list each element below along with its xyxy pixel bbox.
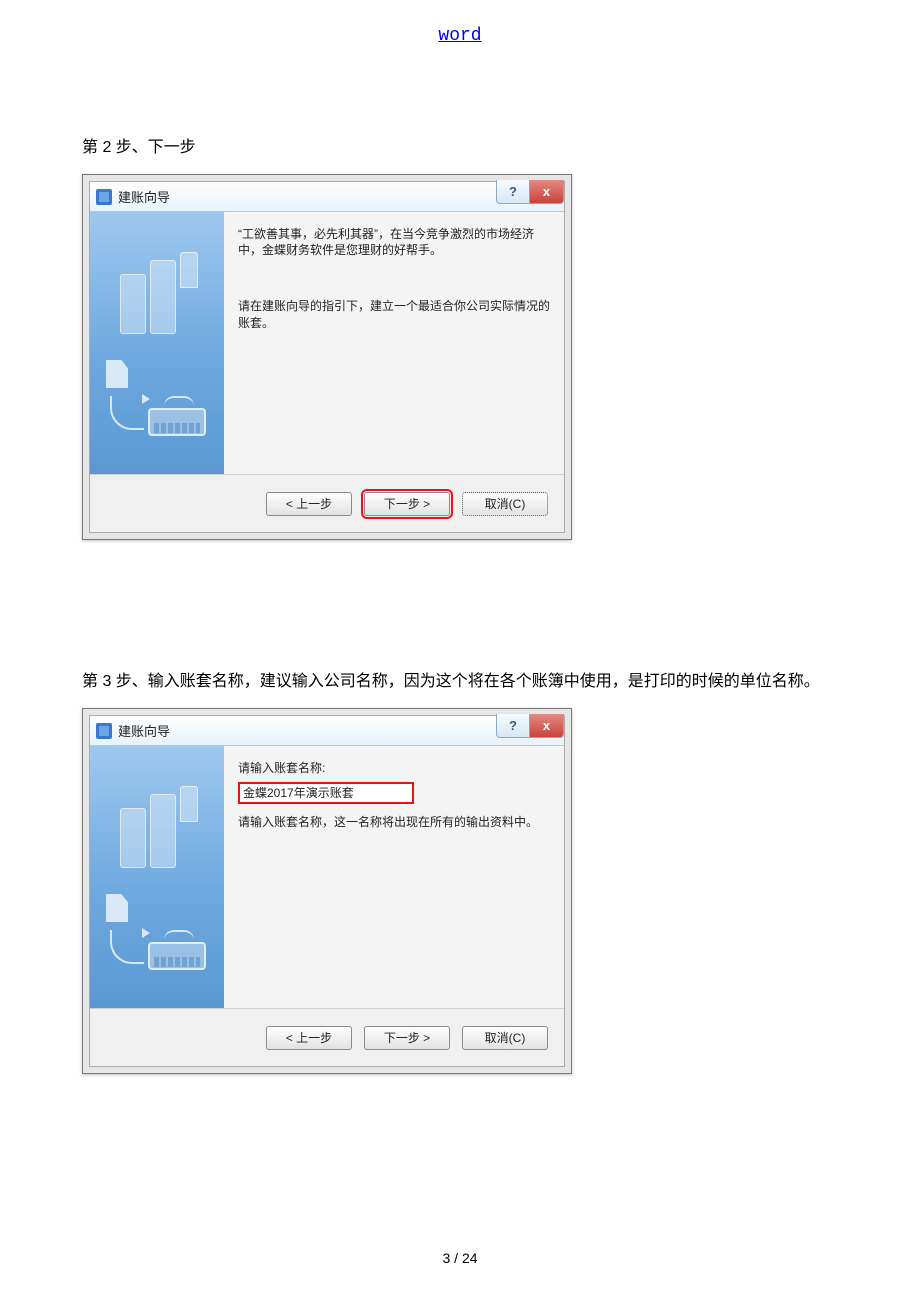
page-number: 3 / 24 (0, 1250, 920, 1266)
wizard-sidebar-art (90, 746, 224, 1008)
step2-heading: 第 2 步、下一步 (82, 136, 842, 160)
next-button[interactable]: 下一步 > (364, 492, 450, 516)
account-name-label: 请输入账套名称: (238, 760, 552, 776)
document-body: 第 2 步、下一步 建账向导 ? x “ (82, 136, 842, 1074)
back-button[interactable]: < 上一步 (266, 492, 352, 516)
page-header: word (0, 26, 920, 46)
intro-text-2: 请在建账向导的指引下，建立一个最适合你公司实际情况的账套。 (238, 298, 552, 330)
account-name-hint: 请输入账套名称，这一名称将出现在所有的输出资料中。 (238, 814, 552, 830)
app-icon (96, 189, 112, 205)
step3-heading: 第 3 步、输入账套名称，建议输入公司名称，因为这个将在各个账簿中使用，是打印的… (82, 670, 842, 694)
word-link[interactable]: word (438, 26, 481, 46)
next-button[interactable]: 下一步 > (364, 1026, 450, 1050)
close-icon[interactable]: x (530, 714, 564, 738)
dialog-titlebar: 建账向导 ? x (90, 182, 564, 212)
help-icon[interactable]: ? (496, 714, 530, 738)
close-icon[interactable]: x (530, 180, 564, 204)
cancel-button[interactable]: 取消(C) (462, 1026, 548, 1050)
dialog-title: 建账向导 (118, 187, 170, 206)
wizard-footer: < 上一步 下一步 > 取消(C) (90, 1008, 564, 1066)
cancel-button[interactable]: 取消(C) (462, 492, 548, 516)
dialog-title: 建账向导 (118, 721, 170, 740)
step3-dialog-screenshot: 建账向导 ? x 请输入账套名称: 金蝶2017年演示账套 (82, 708, 572, 1074)
account-name-input[interactable]: 金蝶2017年演示账套 (238, 782, 414, 804)
app-icon (96, 723, 112, 739)
wizard-content-pane: 请输入账套名称: 金蝶2017年演示账套 请输入账套名称，这一名称将出现在所有的… (224, 746, 564, 1008)
back-button[interactable]: < 上一步 (266, 1026, 352, 1050)
wizard-content-pane: “工欲善其事，必先利其器”，在当今竞争激烈的市场经济中，金蝶财务软件是您理财的好… (224, 212, 564, 474)
dialog-titlebar: 建账向导 ? x (90, 716, 564, 746)
intro-text-1: “工欲善其事，必先利其器”，在当今竞争激烈的市场经济中，金蝶财务软件是您理财的好… (238, 226, 552, 258)
step2-dialog-screenshot: 建账向导 ? x “工欲善其事，必先利其器”，在当今竞争激烈的市场经济中，金蝶财… (82, 174, 572, 540)
wizard-sidebar-art (90, 212, 224, 474)
wizard-footer: < 上一步 下一步 > 取消(C) (90, 474, 564, 532)
help-icon[interactable]: ? (496, 180, 530, 204)
